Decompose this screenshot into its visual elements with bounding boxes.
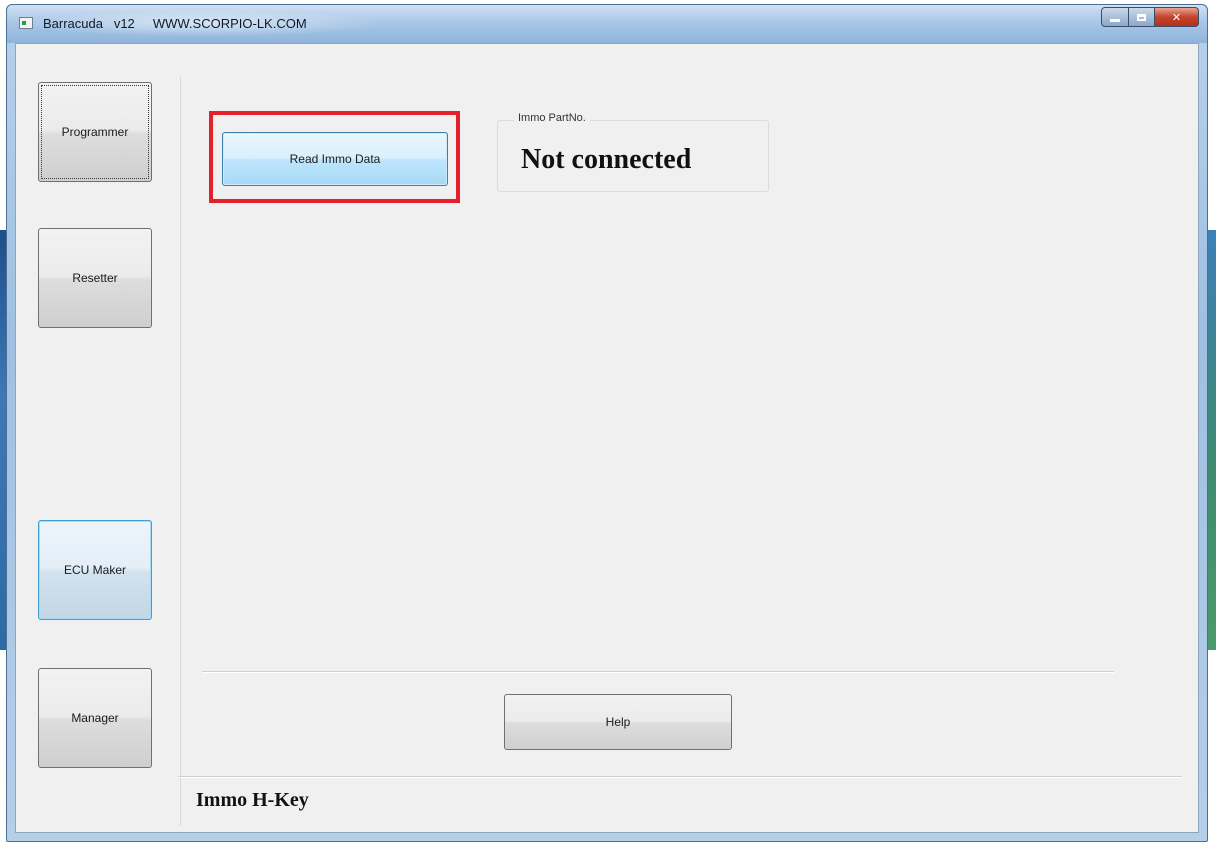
programmer-button[interactable]: Programmer <box>38 82 152 182</box>
title-bar[interactable]: Barracuda v12 WWW.SCORPIO-LK.COM ✕ <box>7 5 1207 43</box>
manager-button-label: Manager <box>71 711 119 725</box>
ecu-maker-button-label: ECU Maker <box>63 563 126 577</box>
help-button-label: Help <box>605 715 631 729</box>
client-area: Programmer Resetter ECU Maker Manager Re… <box>15 43 1199 833</box>
ecu-maker-button[interactable]: ECU Maker <box>38 520 152 620</box>
immo-partno-caption: Immo PartNo. <box>514 112 590 124</box>
content-divider <box>202 671 1114 673</box>
footer-label: Immo H-Key <box>196 789 309 811</box>
read-immo-data-button[interactable]: Read Immo Data <box>222 132 448 186</box>
help-button[interactable]: Help <box>504 694 732 750</box>
footer-divider <box>178 776 1182 778</box>
app-icon[interactable] <box>19 17 33 29</box>
resetter-button[interactable]: Resetter <box>38 228 152 328</box>
connection-status: Not connected <box>521 144 692 175</box>
read-immo-data-label: Read Immo Data <box>289 152 381 166</box>
window-controls: ✕ <box>1101 7 1199 27</box>
minimize-icon[interactable] <box>1101 7 1129 27</box>
maximize-icon[interactable] <box>1129 7 1155 27</box>
close-icon[interactable]: ✕ <box>1155 7 1199 27</box>
resetter-button-label: Resetter <box>72 271 118 285</box>
sidebar-divider <box>180 76 181 826</box>
app-window: Barracuda v12 WWW.SCORPIO-LK.COM ✕ Progr… <box>6 4 1208 842</box>
window-title: Barracuda v12 WWW.SCORPIO-LK.COM <box>43 16 307 31</box>
manager-button[interactable]: Manager <box>38 668 152 768</box>
programmer-button-label: Programmer <box>61 125 129 139</box>
